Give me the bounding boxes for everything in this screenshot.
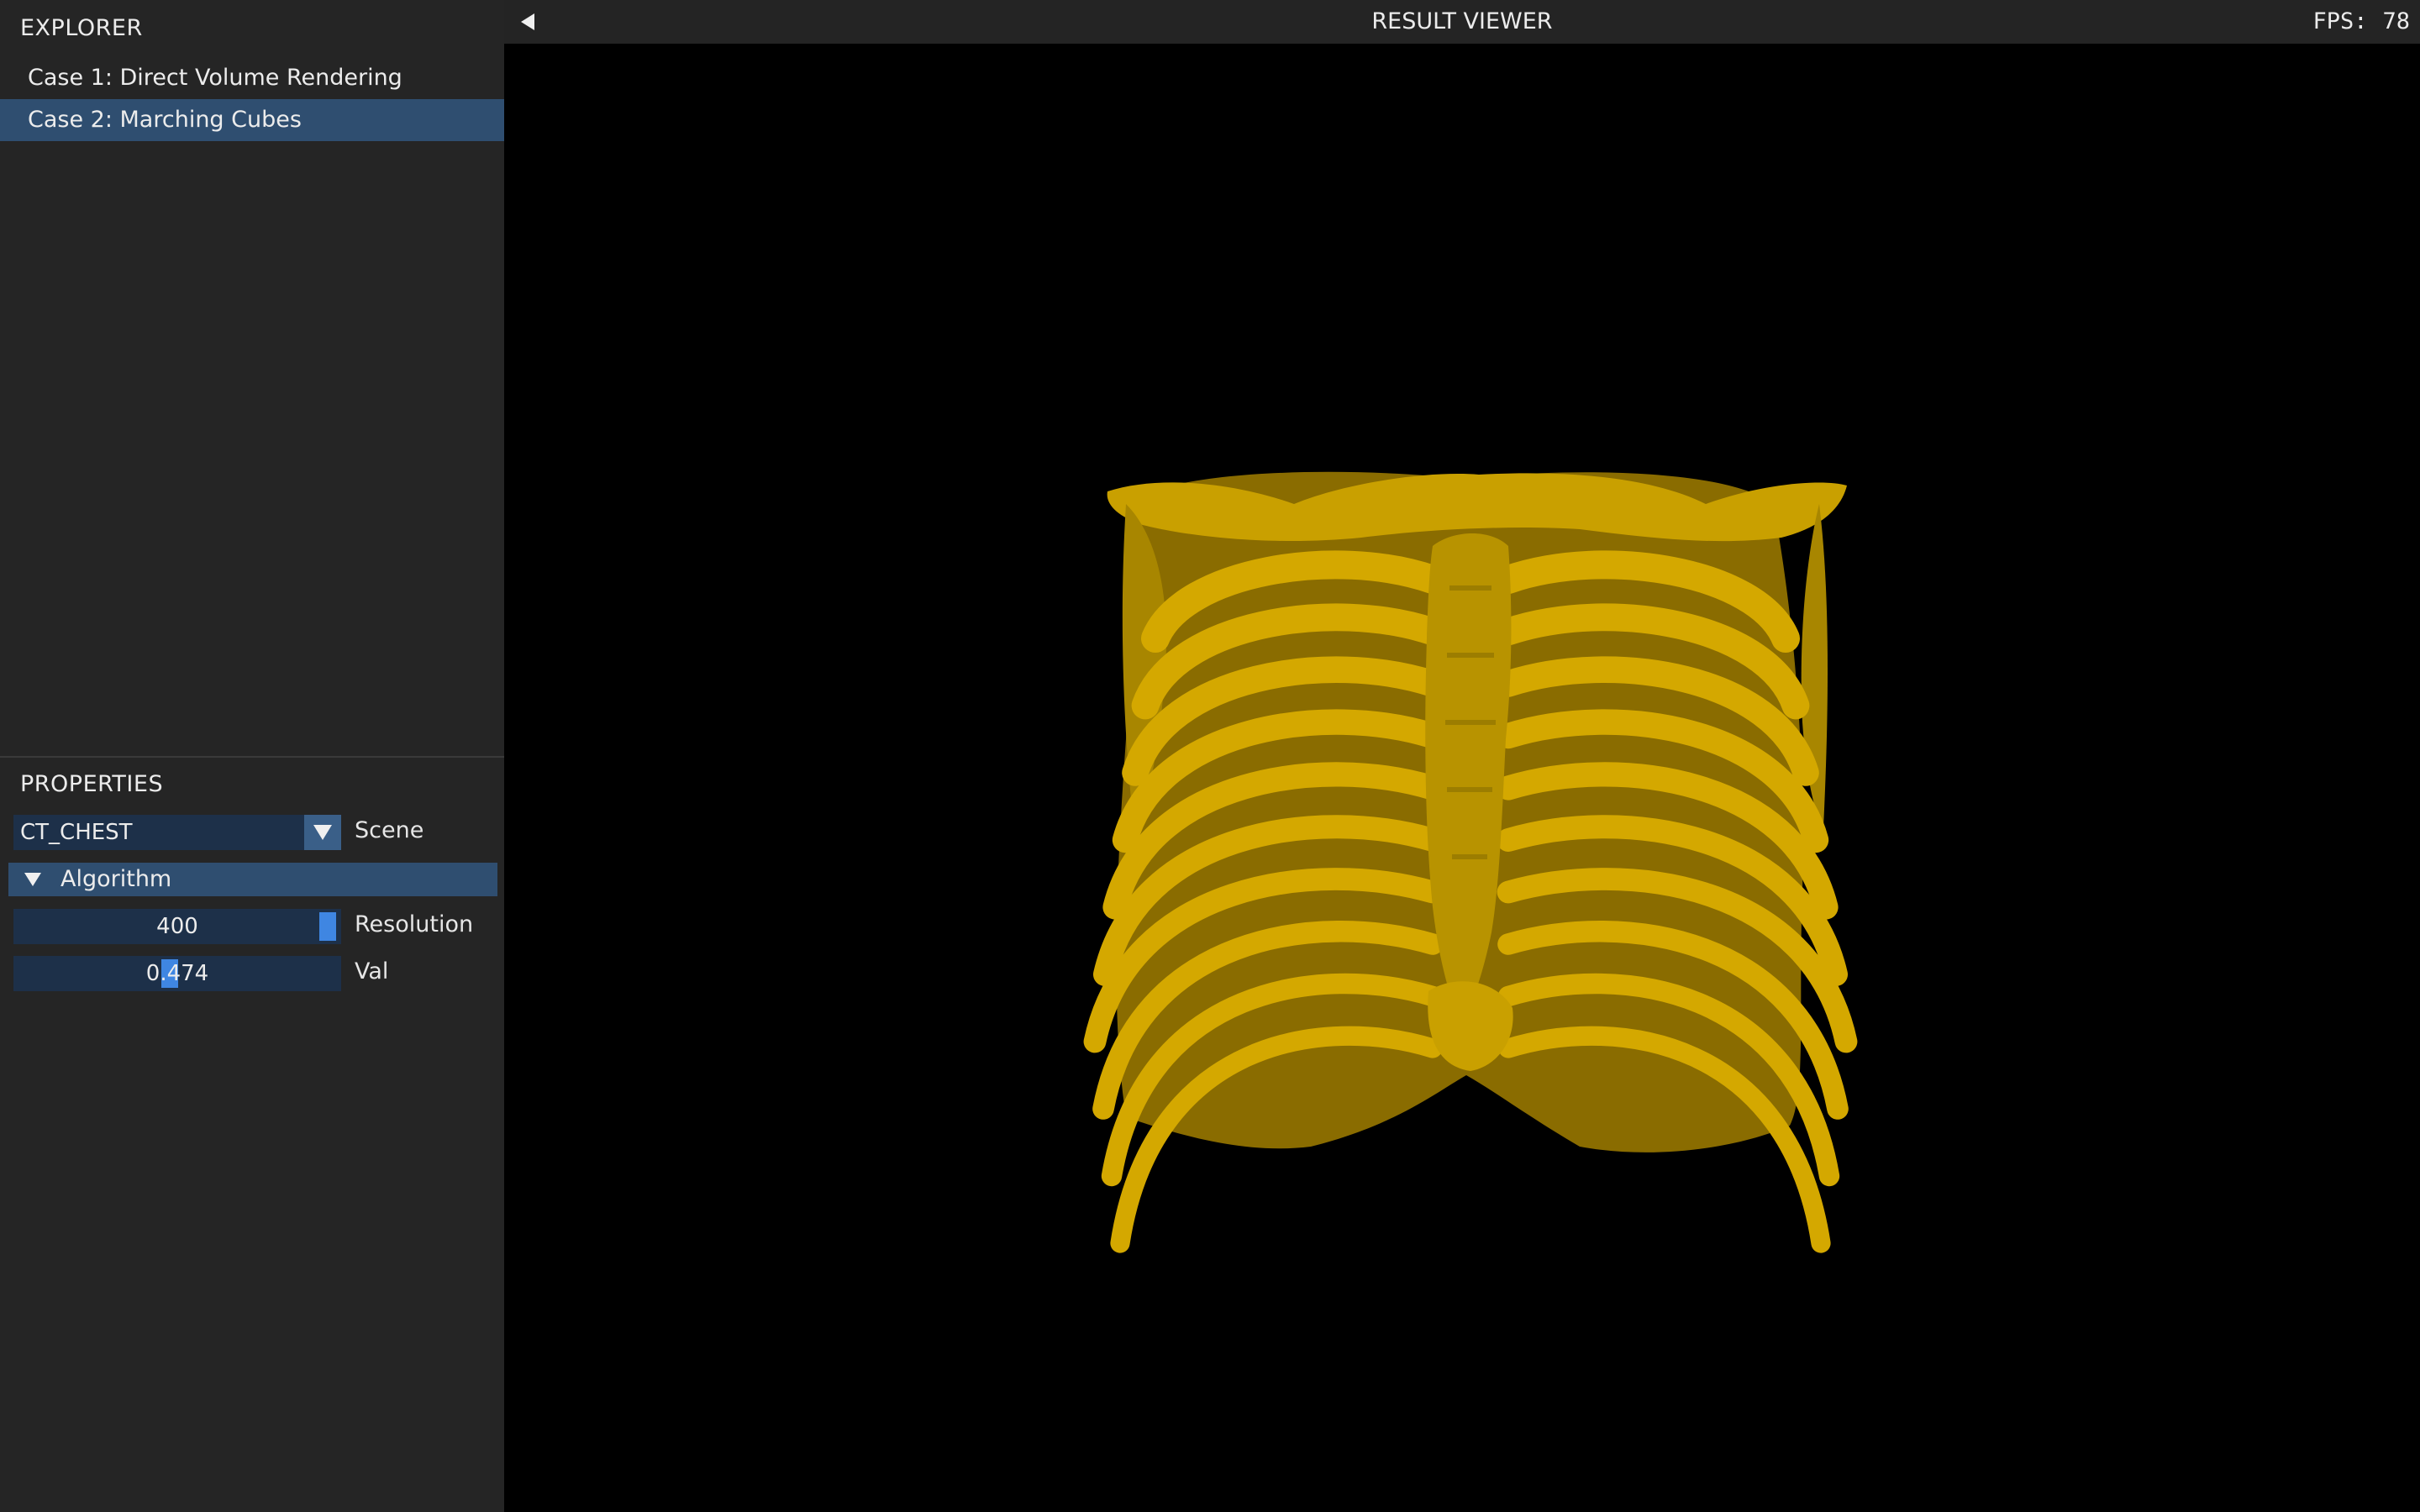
- viewer-titlebar: RESULT VIEWER FPS: 78: [504, 0, 2420, 44]
- resolution-slider[interactable]: 400: [13, 909, 341, 944]
- viewer-title: RESULT VIEWER: [1371, 8, 1553, 34]
- explorer-item-case-2[interactable]: Case 2: Marching Cubes: [0, 99, 504, 141]
- val-value: 0.474: [145, 961, 209, 986]
- triangle-down-icon: [24, 873, 41, 886]
- explorer-title: EXPLORER: [20, 15, 143, 41]
- scene-combo[interactable]: CT_CHEST: [13, 815, 341, 850]
- algorithm-header[interactable]: Algorithm: [8, 863, 497, 896]
- scene-label: Scene: [355, 817, 424, 843]
- chevron-down-icon: [313, 825, 332, 840]
- val-label: Val: [355, 958, 389, 984]
- fps-label: FPS:: [2312, 8, 2368, 34]
- left-sidebar: EXPLORER Case 1: Direct Volume Rendering…: [0, 0, 504, 1512]
- ribcage-isosurface: [1083, 471, 1858, 1253]
- properties-title: PROPERTIES: [20, 771, 164, 797]
- result-viewer: RESULT VIEWER FPS: 78: [504, 0, 2420, 1512]
- algorithm-label: Algorithm: [60, 866, 172, 892]
- explorer-item-case-1[interactable]: Case 1: Direct Volume Rendering: [0, 57, 504, 99]
- app-window: EXPLORER Case 1: Direct Volume Rendering…: [0, 0, 2420, 1512]
- panel-divider[interactable]: [0, 756, 504, 758]
- resolution-label: Resolution: [355, 911, 474, 937]
- val-slider[interactable]: 0.474: [13, 956, 341, 991]
- scene-combo-arrow-button[interactable]: [304, 815, 341, 850]
- resolution-value: 400: [156, 914, 198, 939]
- render-viewport[interactable]: [504, 44, 2420, 1512]
- scene-combo-value: CT_CHEST: [20, 820, 133, 845]
- fps-value: 78: [2382, 8, 2410, 34]
- fps-counter: FPS: 78: [2312, 0, 2410, 44]
